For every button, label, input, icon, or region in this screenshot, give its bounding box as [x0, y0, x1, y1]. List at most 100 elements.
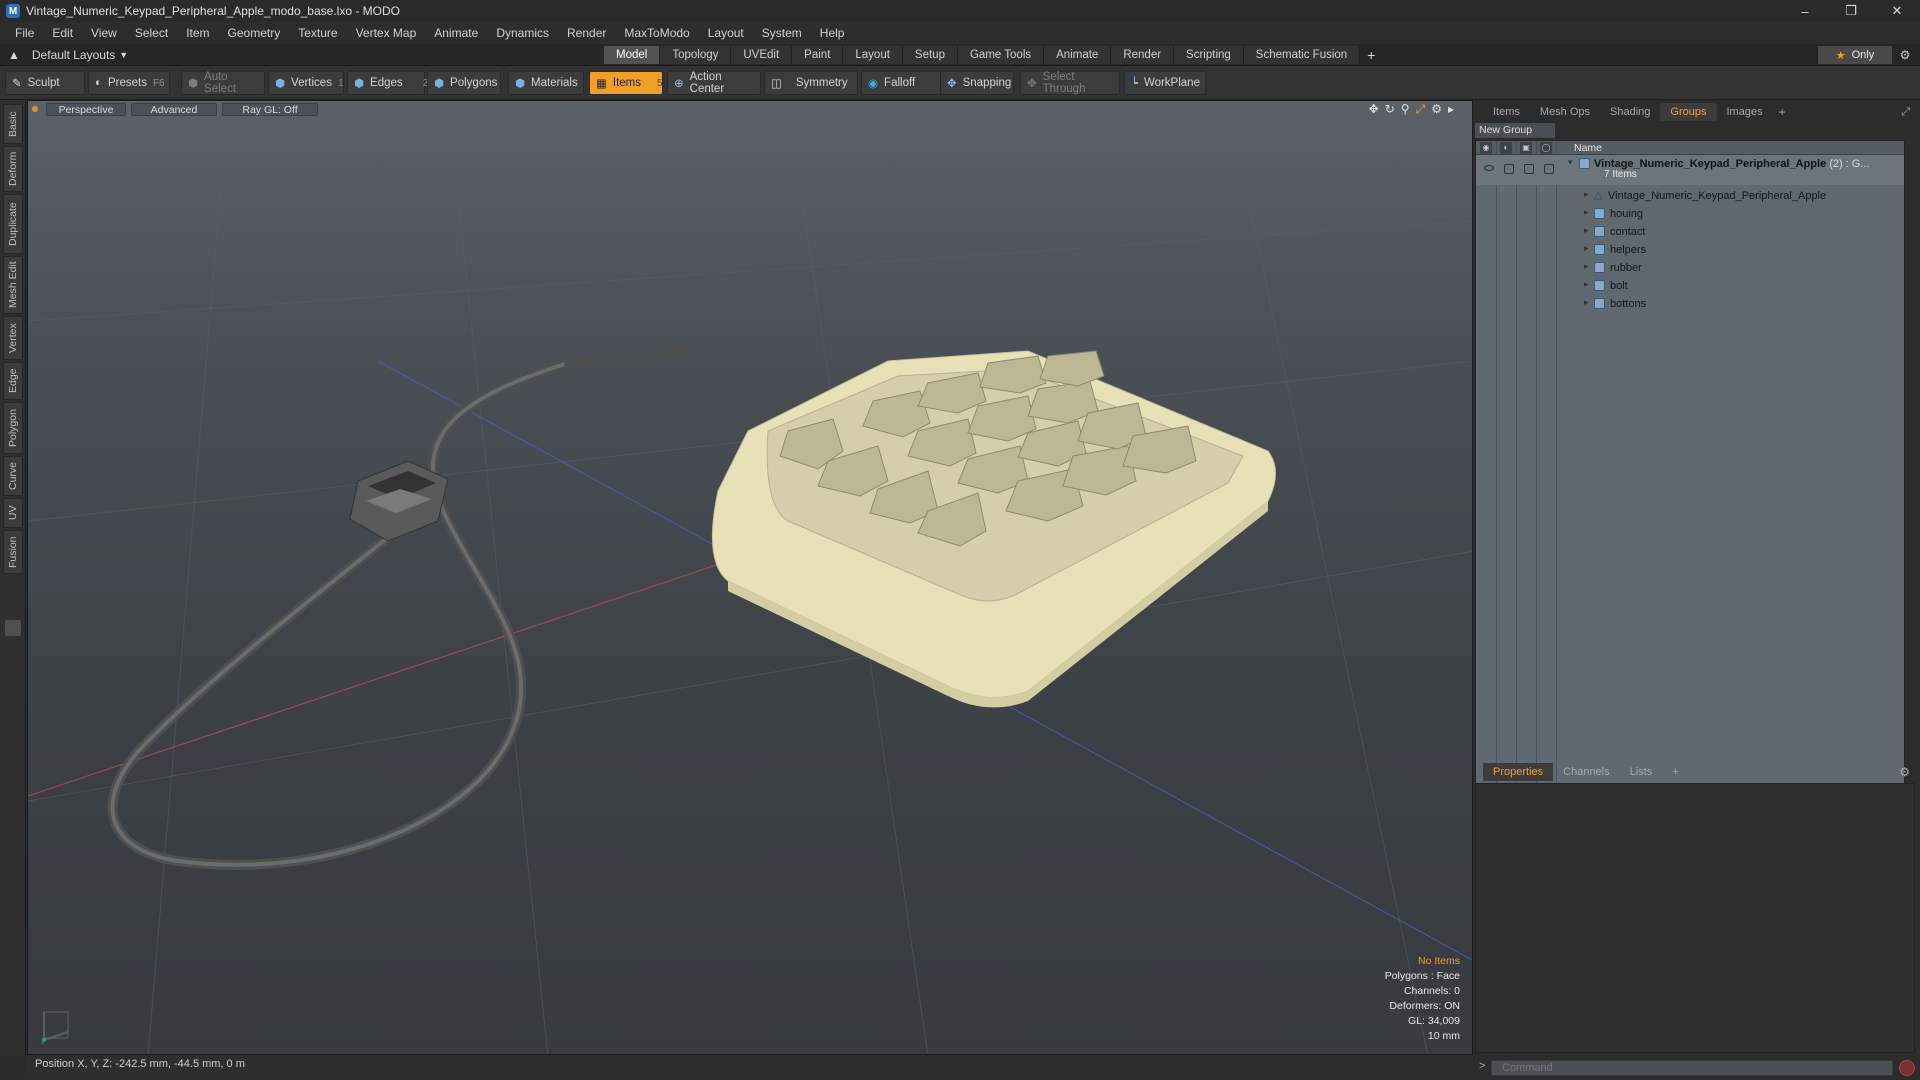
- select-through-button[interactable]: ✥ Select Through: [1020, 71, 1120, 95]
- tab-duplicate[interactable]: Duplicate: [3, 194, 23, 254]
- menu-maxtomodo[interactable]: MaxToModo: [615, 22, 698, 44]
- tab-curve[interactable]: Curve: [3, 456, 23, 496]
- menu-file[interactable]: File: [6, 22, 43, 44]
- list-item[interactable]: ▸ bottons: [1476, 295, 1904, 313]
- tab-lists[interactable]: Lists: [1620, 763, 1663, 781]
- tab-mesh-edit[interactable]: Mesh Edit: [3, 256, 23, 314]
- menu-geometry[interactable]: Geometry: [219, 22, 290, 44]
- tab-polygon[interactable]: Polygon: [3, 402, 23, 454]
- action-center-button[interactable]: ⊕ Action Center: [667, 71, 761, 95]
- menu-help[interactable]: Help: [811, 22, 854, 44]
- tab-scripting[interactable]: Scripting: [1174, 46, 1244, 64]
- tab-setup[interactable]: Setup: [902, 46, 958, 64]
- command-input[interactable]: [1491, 1060, 1893, 1076]
- menu-vertex-map[interactable]: Vertex Map: [347, 22, 426, 44]
- tab-vertex[interactable]: Vertex: [3, 316, 23, 360]
- menu-layout[interactable]: Layout: [699, 22, 753, 44]
- list-item[interactable]: ▸ bolt: [1476, 277, 1904, 295]
- rotate-view-icon[interactable]: ↻: [1385, 102, 1395, 117]
- record-macro-icon[interactable]: [1899, 1060, 1915, 1076]
- tab-schematic-fusion[interactable]: Schematic Fusion: [1243, 46, 1361, 64]
- fit-view-icon[interactable]: ⤢: [1416, 102, 1426, 117]
- group-row[interactable]: ▾ Vintage_Numeric_Keypad_Peripheral_Appl…: [1476, 155, 1904, 185]
- tab-images[interactable]: Images: [1717, 103, 1773, 121]
- properties-settings-icon[interactable]: ⚙: [1899, 765, 1910, 779]
- menu-animate[interactable]: Animate: [425, 22, 487, 44]
- tab-render[interactable]: Render: [1111, 46, 1175, 64]
- panel-toggle-button[interactable]: [5, 620, 21, 636]
- tab-basic[interactable]: Basic: [3, 104, 23, 144]
- eye-icon[interactable]: [1484, 165, 1494, 171]
- expand-panel-icon[interactable]: ⤢: [1901, 106, 1910, 119]
- layouts-dropdown[interactable]: ▲ Default Layouts ▼: [8, 44, 128, 66]
- expand-arrow-icon[interactable]: ▾: [1568, 157, 1573, 168]
- edges-button[interactable]: ⬢ Edges 2: [347, 71, 428, 95]
- render-toggle[interactable]: [1504, 164, 1514, 174]
- view-mode-button[interactable]: Perspective: [46, 102, 126, 116]
- lock-toggle[interactable]: [1524, 164, 1534, 174]
- select-column-icon[interactable]: ◯: [1540, 142, 1552, 154]
- tab-topology[interactable]: Topology: [660, 46, 732, 64]
- vertices-button[interactable]: ⬢ Vertices 1: [268, 71, 344, 95]
- zoom-view-icon[interactable]: ⚲: [1401, 102, 1410, 117]
- add-tab-icon[interactable]: +: [1360, 46, 1382, 64]
- tab-channels[interactable]: Channels: [1553, 763, 1619, 781]
- snapping-button[interactable]: ✥ Snapping: [940, 71, 1014, 95]
- materials-button[interactable]: ⬢ Materials: [508, 71, 584, 95]
- tab-model[interactable]: Model: [604, 46, 661, 64]
- tab-uvedit[interactable]: UVEdit: [731, 46, 793, 64]
- tab-mesh-ops[interactable]: Mesh Ops: [1530, 103, 1600, 121]
- gear-icon[interactable]: ⚙: [1896, 46, 1914, 64]
- menu-edit[interactable]: Edit: [43, 22, 82, 44]
- tab-paint[interactable]: Paint: [792, 46, 844, 64]
- list-item[interactable]: ▸ rubber: [1476, 259, 1904, 277]
- menu-render[interactable]: Render: [558, 22, 615, 44]
- tab-properties[interactable]: Properties: [1483, 763, 1554, 781]
- menu-item[interactable]: Item: [177, 22, 218, 44]
- lock-column-icon[interactable]: ▣: [1520, 142, 1532, 154]
- auto-select-button[interactable]: ⬢ Auto Select: [181, 71, 265, 95]
- tab-animate[interactable]: Animate: [1044, 46, 1112, 64]
- tab-groups[interactable]: Groups: [1660, 103, 1717, 121]
- tab-uv[interactable]: UV: [3, 498, 23, 528]
- viewport-expand-icon[interactable]: ▸: [1448, 102, 1454, 117]
- add-properties-tab-icon[interactable]: +: [1662, 763, 1688, 781]
- polygons-button[interactable]: ⬢ Polygons: [427, 71, 501, 95]
- list-item[interactable]: ▸ △ Vintage_Numeric_Keypad_Peripheral_Ap…: [1476, 187, 1904, 205]
- tab-items[interactable]: Items: [1483, 103, 1530, 121]
- viewport-settings-icon[interactable]: ⚙: [1431, 102, 1442, 117]
- sculpt-button[interactable]: ✎ Sculpt: [5, 71, 85, 95]
- list-item[interactable]: ▸ houing: [1476, 205, 1904, 223]
- menu-view[interactable]: View: [82, 22, 126, 44]
- new-group-button[interactable]: New Group: [1475, 123, 1555, 138]
- tab-edge[interactable]: Edge: [3, 362, 23, 400]
- only-button[interactable]: ★ Only: [1818, 46, 1892, 64]
- add-panel-tab-icon[interactable]: +: [1773, 105, 1792, 119]
- symmetry-button[interactable]: ◫ Symmetry: [764, 71, 858, 95]
- menu-select[interactable]: Select: [126, 22, 177, 44]
- menu-dynamics[interactable]: Dynamics: [487, 22, 558, 44]
- tab-layout[interactable]: Layout: [843, 46, 903, 64]
- presets-button[interactable]: ◐ Presets F6: [88, 71, 170, 95]
- tab-game-tools[interactable]: Game Tools: [957, 46, 1045, 64]
- move-view-icon[interactable]: ✥: [1369, 102, 1379, 117]
- tab-deform[interactable]: Deform: [3, 146, 23, 192]
- list-item[interactable]: ▸ contact: [1476, 223, 1904, 241]
- shading-mode-button[interactable]: Advanced: [131, 102, 217, 116]
- tab-shading[interactable]: Shading: [1600, 103, 1660, 121]
- raygl-button[interactable]: Ray GL: Off: [222, 102, 318, 116]
- menu-texture[interactable]: Texture: [289, 22, 346, 44]
- workplane-button[interactable]: ┕ WorkPlane: [1124, 71, 1206, 95]
- name-column-header[interactable]: Name: [1574, 141, 1602, 155]
- falloff-button[interactable]: ◉ Falloff: [861, 71, 943, 95]
- minimize-icon[interactable]: –: [1782, 0, 1828, 22]
- menu-system[interactable]: System: [753, 22, 811, 44]
- list-item[interactable]: ▸ helpers: [1476, 241, 1904, 259]
- restore-icon[interactable]: ❐: [1828, 0, 1874, 22]
- tab-fusion[interactable]: Fusion: [3, 530, 23, 574]
- render-column-icon[interactable]: ◐: [1500, 142, 1512, 154]
- visibility-column-icon[interactable]: ◉: [1480, 142, 1492, 154]
- items-button[interactable]: ▦ Items 5: [589, 71, 663, 95]
- close-icon[interactable]: ✕: [1874, 0, 1920, 22]
- select-toggle[interactable]: [1544, 164, 1554, 174]
